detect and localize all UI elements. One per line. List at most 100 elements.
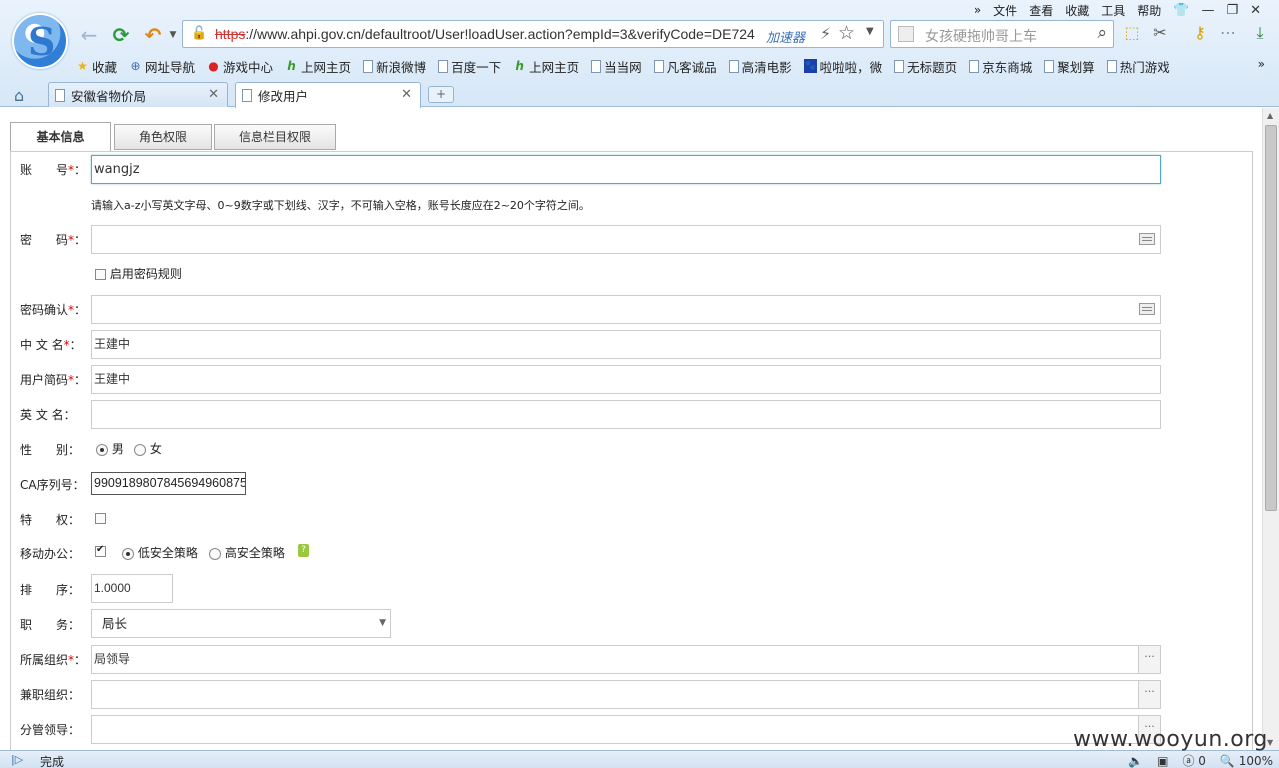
paw-icon: 🐾 bbox=[803, 59, 817, 73]
password-confirm-input[interactable] bbox=[91, 295, 1161, 324]
org-picker-button[interactable]: ··· bbox=[1138, 646, 1160, 673]
address-url[interactable]: https://www.ahpi.gov.cn/defaultroot/User… bbox=[215, 26, 755, 42]
gender-male-option[interactable]: 男 bbox=[96, 440, 124, 457]
org-input[interactable]: 局领导 ··· bbox=[91, 645, 1161, 674]
keyboard-icon[interactable] bbox=[1139, 303, 1155, 315]
address-dropdown-icon[interactable]: ▼ bbox=[866, 26, 874, 37]
bookmark-item[interactable]: 凡客诚品 bbox=[653, 57, 717, 76]
adblock-count[interactable]: ⓐ 0 bbox=[1182, 752, 1205, 768]
download-manager-icon[interactable]: ⬚ bbox=[1122, 23, 1142, 43]
home-icon[interactable]: ⌂ bbox=[14, 86, 24, 105]
bookmarks-bar: ★ 收藏 ⊕ 网址导航 ● 游戏中心 h 上网主页 新浪微博 百度一下 h 上网主页 当当网 凡客诚品 高清… bbox=[76, 56, 1182, 76]
leader-input[interactable]: ··· bbox=[91, 715, 1161, 744]
bookmark-item[interactable]: 百度一下 bbox=[438, 57, 501, 76]
keyboard-icon[interactable] bbox=[1139, 233, 1155, 245]
bookmark-label: 游戏中心 bbox=[223, 59, 274, 75]
bookmark-item[interactable]: ★ 收藏 bbox=[76, 57, 117, 76]
low-security-option[interactable]: 低安全策略 bbox=[122, 544, 198, 561]
page-icon bbox=[55, 89, 65, 102]
search-engine-icon[interactable] bbox=[898, 26, 914, 42]
tab-basic-info[interactable]: 基本信息 bbox=[10, 122, 111, 152]
search-icon[interactable]: ⌕ bbox=[1097, 23, 1107, 43]
password-rule-checkbox[interactable] bbox=[95, 269, 106, 280]
tab-anhui-price-bureau[interactable]: 安徽省物价局 ✕ bbox=[48, 82, 228, 107]
part-org-picker-button[interactable]: ··· bbox=[1138, 681, 1160, 708]
part-org-input[interactable]: ··· bbox=[91, 680, 1161, 709]
scroll-thumb[interactable] bbox=[1265, 125, 1277, 511]
scroll-up-icon[interactable]: ▲ bbox=[1267, 111, 1273, 120]
bookmark-item[interactable]: ⊕ 网址导航 bbox=[129, 57, 195, 76]
close-tab-icon[interactable]: ✕ bbox=[401, 87, 412, 102]
tab-edit-user[interactable]: 修改用户 ✕ bbox=[235, 82, 421, 108]
user-short-input[interactable]: 王建中 bbox=[91, 365, 1161, 394]
password-rule-option[interactable]: 启用密码规则 bbox=[95, 265, 182, 282]
ca-serial-input[interactable]: 99091898078456949608​75 bbox=[91, 472, 246, 495]
tab-column-permissions[interactable]: 信息栏目权限 bbox=[214, 124, 336, 150]
bookmark-item[interactable]: 高清电影 bbox=[728, 57, 792, 76]
menu-chevron[interactable]: » bbox=[968, 3, 987, 17]
bookmark-item[interactable]: h 上网主页 bbox=[513, 57, 579, 76]
undo-dropdown-icon[interactable]: ▼ bbox=[162, 24, 184, 46]
tab-role-permissions[interactable]: 角色权限 bbox=[114, 124, 212, 150]
close-window-icon[interactable]: ✕ bbox=[1244, 3, 1267, 18]
high-security-radio[interactable] bbox=[209, 547, 221, 560]
account-input[interactable]: wangjz bbox=[91, 155, 1161, 184]
bookmark-item[interactable]: h 上网主页 bbox=[285, 57, 351, 76]
menu-favorites[interactable]: 收藏 bbox=[1059, 2, 1095, 19]
scissors-icon[interactable]: ✂ bbox=[1150, 23, 1170, 43]
sort-input[interactable]: 1.0000 bbox=[91, 574, 173, 603]
bookmark-item[interactable]: 🐾 啦啦啦，微 bbox=[803, 57, 882, 76]
new-tab-button[interactable]: + bbox=[428, 86, 454, 103]
bookmark-item[interactable]: 新浪微博 bbox=[363, 57, 426, 76]
undo-icon[interactable]: ↶ bbox=[142, 24, 164, 46]
download-icon[interactable]: ⤓ bbox=[1250, 23, 1270, 43]
privilege-checkbox[interactable] bbox=[95, 513, 106, 524]
gender-male-radio[interactable] bbox=[96, 443, 108, 456]
bookmark-item[interactable]: ● 游戏中心 bbox=[207, 57, 273, 76]
low-security-radio[interactable] bbox=[122, 547, 134, 560]
menu-file[interactable]: 文件 bbox=[987, 2, 1023, 19]
bookmark-item[interactable]: 聚划算 bbox=[1044, 57, 1095, 76]
skin-icon[interactable]: 👕 bbox=[1167, 3, 1195, 18]
bookmark-item[interactable]: 热门游戏 bbox=[1106, 57, 1170, 76]
bookmark-item[interactable]: 无标题页 bbox=[894, 57, 957, 76]
more-tools-icon[interactable]: ⋯ bbox=[1218, 23, 1238, 43]
address-bar[interactable]: 🔓 https://www.ahpi.gov.cn/defaultroot/Us… bbox=[182, 20, 884, 48]
search-box[interactable]: 女孩硬拖帅哥上车 ⌕ bbox=[890, 20, 1114, 48]
favorite-star-icon[interactable]: ☆ bbox=[838, 22, 855, 44]
scroll-down-icon[interactable]: ▼ bbox=[1267, 738, 1273, 747]
menu-help[interactable]: 帮助 bbox=[1131, 2, 1167, 19]
privilege-option[interactable] bbox=[95, 511, 106, 525]
volume-icon[interactable]: 🔈 bbox=[1128, 754, 1143, 768]
speedup-button[interactable]: 加速器 bbox=[766, 27, 805, 46]
restore-icon[interactable]: ❐ bbox=[1220, 3, 1244, 18]
chinese-name-input[interactable]: 王建中 bbox=[91, 330, 1161, 359]
bookmarks-more-icon[interactable]: » bbox=[1258, 57, 1265, 71]
vertical-scrollbar[interactable]: ▲ ▼ bbox=[1262, 108, 1279, 750]
refresh-icon[interactable]: ⟳ bbox=[110, 24, 132, 46]
high-security-option[interactable]: 高安全策略 bbox=[209, 544, 285, 561]
english-name-input[interactable] bbox=[91, 400, 1161, 429]
gender-female-option[interactable]: 女 bbox=[134, 440, 162, 457]
back-icon[interactable]: ← bbox=[78, 24, 100, 46]
minimize-icon[interactable]: — bbox=[1195, 3, 1220, 18]
bookmark-item[interactable]: 当当网 bbox=[591, 57, 642, 76]
close-tab-icon[interactable]: ✕ bbox=[208, 87, 219, 102]
mobile-office-option[interactable] bbox=[95, 544, 106, 558]
menu-view[interactable]: 查看 bbox=[1023, 2, 1059, 19]
search-placeholder[interactable]: 女孩硬拖帅哥上车 bbox=[925, 26, 1037, 46]
menu-tools[interactable]: 工具 bbox=[1095, 2, 1131, 19]
zoom-level[interactable]: 🔍 100% bbox=[1220, 754, 1273, 768]
mobile-office-checkbox[interactable] bbox=[95, 544, 106, 557]
key-icon[interactable]: ⚷ bbox=[1190, 23, 1210, 43]
chevron-down-icon[interactable]: ▼ bbox=[379, 610, 386, 637]
password-input[interactable] bbox=[91, 225, 1161, 254]
globe-icon: ⊕ bbox=[130, 59, 141, 73]
sidebar-toggle-icon[interactable]: |▷ bbox=[11, 753, 23, 766]
bookmark-item[interactable]: 京东商城 bbox=[969, 57, 1032, 76]
lightning-icon[interactable]: ⚡ bbox=[820, 24, 831, 43]
help-icon[interactable]: ? bbox=[298, 544, 309, 557]
gender-female-radio[interactable] bbox=[134, 443, 146, 456]
duty-select[interactable]: 局长 ▼ bbox=[91, 609, 391, 638]
window-icon[interactable]: ▣ bbox=[1157, 754, 1168, 768]
